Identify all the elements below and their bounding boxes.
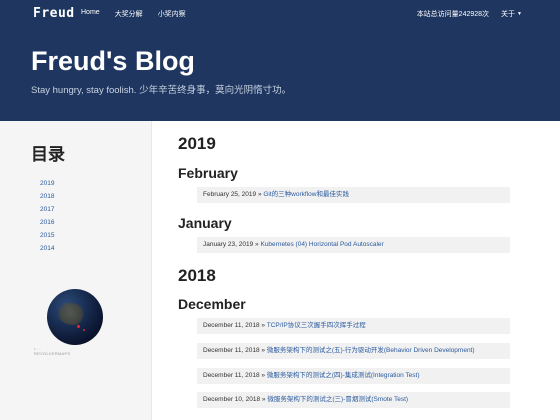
post-separator: » xyxy=(255,241,259,248)
year-heading-2019: 2019 xyxy=(178,134,216,153)
archive-main: 2019 February February 25, 2019 » Git的三种… xyxy=(153,121,560,420)
toc-item-2015[interactable]: 2015 xyxy=(40,229,54,242)
toc-item-2016[interactable]: 2016 xyxy=(40,216,54,229)
sidebar: 目录 2019 2018 2017 2016 2015 2014 • ... R… xyxy=(0,121,152,420)
post-date: December 11, 2018 xyxy=(203,322,260,329)
post-date: February 25, 2019 xyxy=(203,191,257,198)
post-link[interactable]: Git的三种workflow和最佳实践 xyxy=(263,191,349,198)
post-link[interactable]: Kubernetes (04) Horizontal Pod Autoscale… xyxy=(260,241,383,248)
nav-link-home[interactable]: Home xyxy=(81,9,100,19)
nav-links: Home 大奖分解 小奖内察 xyxy=(81,9,186,19)
toc-item-2018[interactable]: 2018 xyxy=(40,190,54,203)
about-label: 关于 xyxy=(501,11,516,18)
top-navbar: Freud Home 大奖分解 小奖内察 本站总访问量242928次 关于 ▼ xyxy=(0,0,560,28)
caret-down-icon: ▼ xyxy=(517,11,522,17)
post-entry: February 25, 2019 » Git的三种workflow和最佳实践 xyxy=(197,187,510,203)
nav-right: 本站总访问量242928次 关于 ▼ xyxy=(417,9,522,19)
visitor-globe-widget[interactable] xyxy=(47,289,103,345)
globe-caption-brand[interactable]: REVOLVERMAPS xyxy=(34,351,70,356)
post-link[interactable]: 微服务架构下的测试之(三)-冒烟测试(Smote Test) xyxy=(267,396,408,403)
post-entry: December 11, 2018 » TCP/IP协议三次握手四次挥手过程 xyxy=(197,318,510,334)
month-heading-february: February xyxy=(178,165,238,181)
toc-item-2014[interactable]: 2014 xyxy=(40,242,54,255)
post-separator: » xyxy=(257,191,262,198)
post-entry: December 11, 2018 » 微服务架构下的测试之(四)-集成测试(I… xyxy=(197,368,510,384)
nav-link-dajiang[interactable]: 大奖分解 xyxy=(115,9,143,19)
post-entry: December 10, 2018 » 微服务架构下的测试之(三)-冒烟测试(S… xyxy=(197,392,510,408)
toc-list: 2019 2018 2017 2016 2015 2014 xyxy=(40,177,54,255)
visitor-dot-icon xyxy=(83,329,85,331)
visit-counter: 本站总访问量242928次 xyxy=(416,11,490,18)
month-heading-december: December xyxy=(178,296,246,312)
brand-logo[interactable]: Freud xyxy=(33,6,75,21)
post-link[interactable]: 微服务架构下的测试之(四)-集成测试(Integration Test) xyxy=(267,372,420,379)
about-menu[interactable]: 关于 ▼ xyxy=(501,9,522,19)
visitor-dot-icon xyxy=(77,325,80,328)
post-link[interactable]: TCP/IP协议三次握手四次挥手过程 xyxy=(267,322,366,329)
toc-item-2017[interactable]: 2017 xyxy=(40,203,54,216)
post-separator: » xyxy=(261,372,266,379)
post-separator: » xyxy=(261,396,266,403)
nav-link-xiaojiang[interactable]: 小奖内察 xyxy=(158,9,186,19)
blog-title: Freud's Blog xyxy=(31,46,195,76)
post-entry: December 11, 2018 » 微服务架构下的测试之(五)-行为驱动开发… xyxy=(197,343,510,359)
post-date: December 10, 2018 xyxy=(203,396,261,403)
toc-item-2019[interactable]: 2019 xyxy=(40,177,54,190)
hero-banner: Freud's Blog Stay hungry, stay foolish. … xyxy=(0,28,560,121)
blog-subtitle: Stay hungry, stay foolish. 少年辛苦终身事，莫向光阴惰… xyxy=(31,85,292,96)
post-date: January 23, 2019 xyxy=(203,241,254,248)
month-heading-january: January xyxy=(178,215,232,231)
toc-title: 目录 xyxy=(31,145,65,164)
post-date: December 11, 2018 xyxy=(203,372,260,379)
post-entry: January 23, 2019 » Kubernetes (04) Horiz… xyxy=(197,237,510,253)
post-link[interactable]: 微服务架构下的测试之(五)-行为驱动开发(Behavior Driven Dev… xyxy=(267,347,475,354)
post-separator: » xyxy=(261,347,266,354)
year-heading-2018: 2018 xyxy=(178,266,216,285)
post-separator: » xyxy=(261,322,266,329)
post-date: December 11, 2018 xyxy=(203,347,260,354)
